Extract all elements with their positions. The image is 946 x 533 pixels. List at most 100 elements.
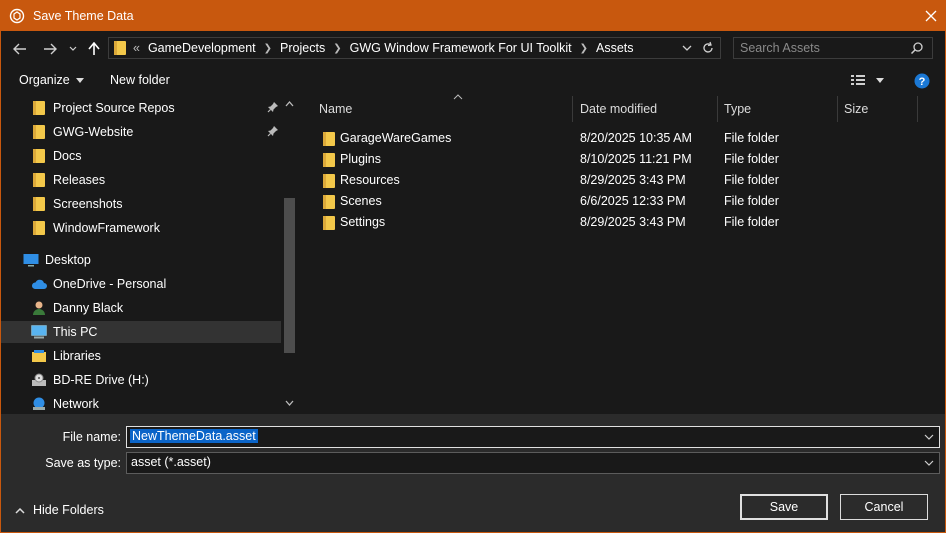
recent-locations-button[interactable] xyxy=(66,39,80,59)
scroll-up-icon[interactable] xyxy=(284,100,295,108)
file-date: 8/29/2025 3:43 PM xyxy=(580,215,686,229)
organize-button[interactable]: Organize xyxy=(19,73,84,87)
new-folder-button[interactable]: New folder xyxy=(110,73,170,87)
folder-icon xyxy=(322,194,336,213)
folder-icon xyxy=(322,152,336,171)
search-input[interactable] xyxy=(740,40,910,56)
save-button[interactable]: Save xyxy=(740,494,828,520)
chevron-right-icon[interactable]: ❯ xyxy=(580,43,588,54)
caret-down-icon xyxy=(876,77,884,83)
close-button[interactable] xyxy=(916,0,946,31)
column-date-label: Date modified xyxy=(580,102,658,116)
command-bar: Organize New folder ? xyxy=(0,67,946,96)
nav-item-label: Desktop xyxy=(45,253,91,267)
nav-item[interactable]: BD-RE Drive (H:) xyxy=(1,369,281,391)
libraries-icon xyxy=(31,348,47,364)
search-box[interactable] xyxy=(733,37,933,59)
file-name: Settings xyxy=(340,215,386,229)
nav-item-label: OneDrive - Personal xyxy=(53,277,167,291)
breadcrumb-overflow[interactable]: « xyxy=(133,41,140,55)
breadcrumb-item[interactable]: GameDevelopment xyxy=(148,41,256,55)
breadcrumb-item[interactable]: Projects xyxy=(280,41,325,55)
nav-item[interactable]: Danny Black xyxy=(1,297,281,319)
breadcrumb-item[interactable]: GWG Window Framework For UI Toolkit xyxy=(350,41,572,55)
nav-item[interactable]: This PC xyxy=(1,321,281,343)
folder-icon xyxy=(31,220,47,236)
forward-button[interactable] xyxy=(40,39,60,59)
up-button[interactable] xyxy=(85,39,103,59)
file-type: File folder xyxy=(724,152,779,166)
nav-item[interactable]: GWG-Website xyxy=(1,121,281,143)
breadcrumb-item[interactable]: Assets xyxy=(596,41,634,55)
column-header-type[interactable]: Type xyxy=(718,96,838,122)
column-name-label: Name xyxy=(319,102,353,116)
address-bar[interactable]: « GameDevelopment ❯ Projects ❯ GWG Windo… xyxy=(108,37,721,59)
cancel-button[interactable]: Cancel xyxy=(840,494,928,520)
file-name-label: File name: xyxy=(62,430,121,444)
drive-icon xyxy=(31,372,47,388)
cloud-icon xyxy=(31,276,47,292)
chevron-down-icon[interactable] xyxy=(923,457,935,469)
table-row[interactable]: Settings 8/29/2025 3:43 PM File folder xyxy=(300,212,940,233)
chevron-down-icon[interactable] xyxy=(923,431,935,443)
nav-scrollbar[interactable] xyxy=(282,96,297,414)
file-date: 6/6/2025 12:33 PM xyxy=(580,194,686,208)
nav-item-label: Libraries xyxy=(53,349,101,363)
column-size-label: Size xyxy=(844,102,869,116)
folder-icon xyxy=(31,124,47,140)
nav-item-label: Releases xyxy=(53,173,106,187)
file-type: File folder xyxy=(724,194,779,208)
search-icon xyxy=(910,42,923,55)
hide-folders-label: Hide Folders xyxy=(33,503,104,517)
file-date: 8/10/2025 11:21 PM xyxy=(580,152,692,166)
view-details-icon xyxy=(851,75,865,85)
scroll-down-icon[interactable] xyxy=(284,399,295,407)
nav-item[interactable]: Project Source Repos xyxy=(1,97,281,119)
column-header-name[interactable]: Name xyxy=(313,94,573,122)
file-name-value[interactable]: NewThemeData.asset xyxy=(130,429,258,443)
nav-item[interactable]: Network xyxy=(1,393,281,414)
refresh-icon[interactable] xyxy=(701,41,715,55)
table-row[interactable]: GarageWareGames 8/20/2025 10:35 AM File fo… xyxy=(300,128,940,149)
nav-item-label: Network xyxy=(53,397,99,411)
nav-item[interactable]: Docs xyxy=(1,145,281,167)
chevron-down-icon[interactable] xyxy=(680,41,694,55)
column-header-size[interactable]: Size xyxy=(838,96,918,122)
nav-item[interactable]: Desktop xyxy=(1,249,281,271)
sort-ascending-icon xyxy=(453,94,463,100)
column-header-date[interactable]: Date modified xyxy=(574,96,718,122)
scrollbar-thumb[interactable] xyxy=(284,198,295,353)
new-folder-label: New folder xyxy=(110,73,170,87)
folder-icon xyxy=(322,173,336,192)
nav-item[interactable]: Screenshots xyxy=(1,193,281,215)
nav-item[interactable]: WindowFramework xyxy=(1,217,281,239)
chevron-right-icon[interactable]: ❯ xyxy=(264,43,272,54)
save-as-type-select[interactable]: asset (*.asset) xyxy=(126,452,940,474)
table-row[interactable]: Scenes 6/6/2025 12:33 PM File folder xyxy=(300,191,940,212)
folder-icon xyxy=(31,100,47,116)
chevron-right-icon[interactable]: ❯ xyxy=(333,43,341,54)
nav-item-label: Danny Black xyxy=(53,301,124,315)
app-icon xyxy=(9,8,25,23)
view-options-button[interactable] xyxy=(850,74,884,86)
pin-icon xyxy=(267,101,279,116)
pin-icon xyxy=(267,125,279,140)
title-bar: Save Theme Data xyxy=(0,0,946,31)
nav-item-label: BD-RE Drive (H:) xyxy=(53,373,149,387)
file-name-input[interactable]: NewThemeData.asset xyxy=(126,426,940,448)
close-icon xyxy=(925,10,937,21)
nav-item[interactable]: Releases xyxy=(1,169,281,191)
user-icon xyxy=(31,300,47,316)
table-row[interactable]: Resources 8/29/2025 3:43 PM File folder xyxy=(300,170,940,191)
svg-text:?: ? xyxy=(919,76,926,88)
nav-item[interactable]: OneDrive - Personal xyxy=(1,273,281,295)
nav-item-label: Project Source Repos xyxy=(53,101,175,115)
back-button[interactable] xyxy=(10,39,30,59)
table-row[interactable]: Plugins 8/10/2025 11:21 PM File folder xyxy=(300,149,940,170)
hide-folders-button[interactable]: Hide Folders xyxy=(15,503,104,517)
file-name: GarageWareGames xyxy=(340,131,452,145)
nav-item[interactable]: Libraries xyxy=(1,345,281,367)
file-date: 8/29/2025 3:43 PM xyxy=(580,173,686,187)
file-type: File folder xyxy=(724,215,779,229)
help-button[interactable]: ? xyxy=(914,73,930,89)
